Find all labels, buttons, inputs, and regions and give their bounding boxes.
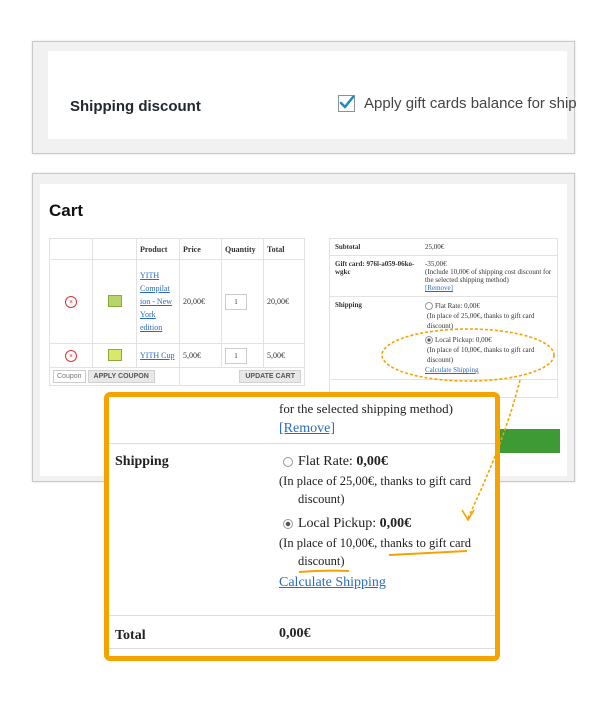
product-thumbnail[interactable]	[107, 348, 122, 361]
remove-col-header	[49, 238, 93, 260]
zoom-remove-link[interactable]: [Remove]	[279, 421, 335, 437]
cart-table: Product Price Quantity Total × YITH Comp…	[49, 238, 305, 386]
calculate-shipping-link[interactable]: Calculate Shipping	[425, 365, 552, 375]
settings-panel-body: Shipping discount Apply gift cards balan…	[48, 51, 577, 139]
thumb-col-header	[92, 238, 137, 260]
local-pickup-note: (In place of 10,00€, thanks to gift card…	[427, 346, 535, 364]
gift-card-row: Gift card: 976l-a059-06ko-wgkc -35,00€ (…	[329, 255, 558, 297]
shipping-row: Shipping Flat Rate: 0,00€ (In place of 2…	[329, 296, 558, 380]
quantity-input[interactable]: 1	[225, 293, 247, 310]
cart-totals-table: Subtotal 25,00€ Gift card: 976l-a059-06k…	[329, 238, 558, 398]
zoom-total-value: 0,00€	[279, 626, 311, 641]
product-link[interactable]: YITH Compilat ion - New York edition	[140, 269, 176, 334]
price-col-header: Price	[179, 238, 222, 260]
zoom-shipping-note: for the selected shipping method)	[279, 401, 454, 416]
local-pickup-radio[interactable]	[425, 336, 433, 345]
update-cart-button[interactable]: UPDATE CART	[239, 370, 301, 383]
flat-rate-option[interactable]: Flat Rate: 0,00€	[425, 301, 552, 311]
zoom-flat-rate-radio[interactable]	[283, 456, 293, 467]
zoom-divider	[109, 615, 495, 616]
settings-panel: Shipping discount Apply gift cards balan…	[32, 41, 577, 154]
zoom-total-label: Total	[115, 628, 146, 643]
cart-actions-row: Coupon APPLY COUPON UPDATE CART	[49, 367, 305, 386]
cart-row: × YITH Compilat ion - New York edition 2…	[49, 259, 305, 344]
zoom-local-note-line1: (In place of 10,00€, thanks to gift card	[279, 536, 471, 550]
shipping-label: Shipping	[329, 296, 420, 380]
coupon-input[interactable]: Coupon	[53, 370, 86, 383]
apply-coupon-button[interactable]: APPLY COUPON	[87, 370, 155, 383]
item-total: 20,00€	[263, 259, 305, 344]
apply-gift-card-label: Apply gift cards balance for ship	[364, 95, 577, 112]
remove-item-icon[interactable]: ×	[65, 295, 77, 308]
gift-card-value: -35,00€	[425, 260, 447, 268]
zoom-local-pickup-radio[interactable]	[283, 518, 293, 529]
zoom-shipping-label: Shipping	[115, 454, 169, 469]
local-pickup-option[interactable]: Local Pickup: 0,00€	[425, 335, 552, 345]
zoom-divider	[109, 648, 495, 649]
item-total: 5,00€	[263, 343, 305, 368]
checkmark-icon	[339, 95, 355, 109]
remove-gift-card-link[interactable]: [Remove]	[425, 284, 552, 292]
gift-card-note: (Include 10,00€ of shipping cost discoun…	[425, 268, 552, 284]
item-price: 20,00€	[179, 259, 222, 344]
zoom-callout: for the selected shipping method) [Remov…	[104, 392, 500, 661]
cart-header-row: Product Price Quantity Total	[49, 238, 305, 260]
subtotal-label: Subtotal	[329, 238, 420, 256]
zoom-local-note-line2: discount)	[298, 554, 345, 568]
quantity-input[interactable]: 1	[225, 347, 247, 364]
quantity-col-header: Quantity	[221, 238, 264, 260]
zoom-flat-note-line1: (In place of 25,00€, thanks to gift card	[279, 474, 471, 488]
flat-rate-radio[interactable]	[425, 302, 433, 311]
cart-row: × YITH Cup 5,00€ 1 5,00€	[49, 343, 305, 368]
cart-title: Cart	[49, 201, 84, 220]
zoom-flat-note-line2: discount)	[298, 492, 345, 506]
item-price: 5,00€	[179, 343, 222, 368]
total-col-header: Total	[263, 238, 305, 260]
zoom-local-pickup-option[interactable]: Local Pickup: 0,00€	[283, 516, 411, 532]
checkout-button[interactable]	[495, 429, 560, 453]
subtotal-value: 25,00€	[420, 238, 558, 256]
gift-card-label: Gift card: 976l-a059-06ko-wgkc	[329, 255, 420, 297]
product-thumbnail[interactable]	[107, 294, 122, 307]
flat-rate-note: (In place of 25,00€, thanks to gift card…	[427, 312, 535, 330]
product-col-header: Product	[136, 238, 180, 260]
remove-item-icon[interactable]: ×	[65, 349, 77, 362]
zoom-divider	[109, 443, 495, 444]
shipping-discount-label: Shipping discount	[70, 98, 201, 115]
zoom-calculate-shipping-link[interactable]: Calculate Shipping	[279, 575, 386, 591]
zoom-flat-rate-option[interactable]: Flat Rate: 0,00€	[283, 454, 388, 470]
apply-gift-card-checkbox[interactable]	[338, 95, 355, 112]
subtotal-row: Subtotal 25,00€	[329, 238, 558, 256]
product-link[interactable]: YITH Cup	[140, 349, 176, 362]
